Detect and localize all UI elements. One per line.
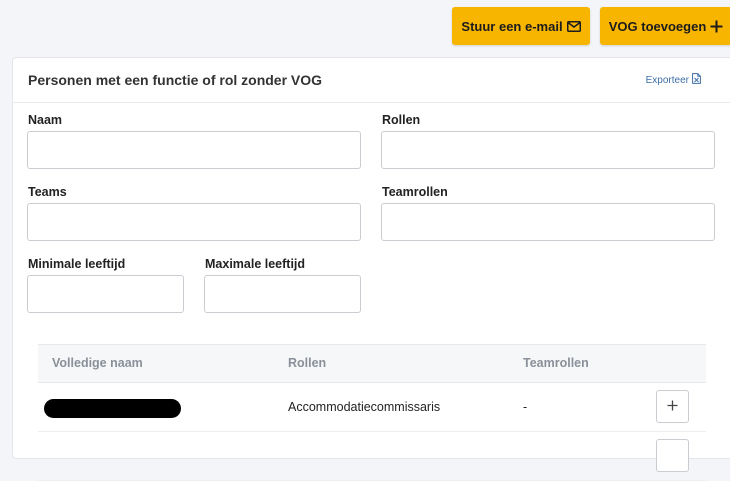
- table-row: [38, 432, 706, 481]
- card-title: Personen met een functie of rol zonder V…: [28, 72, 323, 88]
- min-age-input[interactable]: [27, 275, 184, 313]
- naam-input[interactable]: [27, 131, 361, 169]
- rollen-input[interactable]: [381, 131, 715, 169]
- teams-label: Teams: [28, 185, 67, 199]
- teamrollen-label: Teamrollen: [382, 185, 448, 199]
- min-age-label: Minimale leeftijd: [28, 257, 126, 271]
- row-add-vog-button[interactable]: [656, 390, 689, 423]
- teamrollen-input[interactable]: [381, 203, 715, 241]
- export-link[interactable]: Exporteer: [646, 73, 701, 87]
- send-email-label: Stuur een e-mail: [461, 18, 563, 34]
- send-email-button[interactable]: Stuur een e-mail: [452, 7, 590, 45]
- card-header: Personen met een functie of rol zonder V…: [13, 58, 730, 103]
- table-row: Accommodatiecommissaris -: [38, 383, 706, 432]
- row-add-vog-button[interactable]: [656, 439, 689, 472]
- vog-report-card: Personen met een functie of rol zonder V…: [12, 57, 730, 481]
- add-vog-label: VOG toevoegen: [608, 18, 707, 34]
- column-header-teamrollen[interactable]: Teamrollen: [523, 356, 589, 370]
- teams-input[interactable]: [27, 203, 361, 241]
- column-header-rollen[interactable]: Rollen: [288, 356, 326, 370]
- top-toolbar: Stuur een e-mail VOG toevoegen: [452, 7, 730, 45]
- redacted-name: [44, 399, 181, 418]
- naam-label: Naam: [28, 113, 63, 127]
- export-label: Exporteer: [645, 74, 689, 86]
- add-vog-button[interactable]: VOG toevoegen: [600, 7, 730, 45]
- max-age-label: Maximale leeftijd: [205, 257, 306, 271]
- row-teamrollen: -: [523, 400, 528, 414]
- row-rollen: Accommodatiecommissaris: [288, 400, 441, 414]
- column-header-full-name[interactable]: Volledige naam: [52, 356, 143, 370]
- rollen-label: Rollen: [382, 113, 421, 127]
- results-table: Volledige naam Rollen Teamrollen Accommo…: [38, 344, 706, 481]
- spreadsheet-file-icon: [692, 73, 701, 87]
- plus-icon: [710, 20, 723, 33]
- table-header: Volledige naam Rollen Teamrollen: [38, 344, 706, 383]
- plus-icon: [667, 399, 678, 414]
- max-age-input[interactable]: [204, 275, 361, 313]
- envelope-icon: [566, 20, 581, 32]
